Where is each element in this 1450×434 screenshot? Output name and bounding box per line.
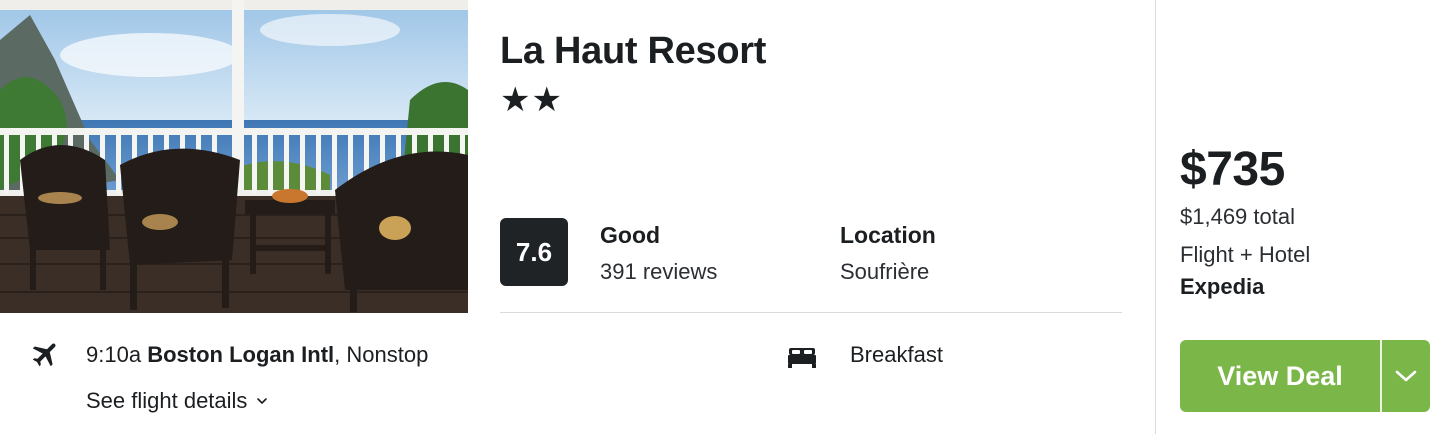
see-flight-details-link[interactable]: See flight details <box>86 388 269 414</box>
hotel-photo[interactable] <box>0 0 468 313</box>
chevron-down-icon <box>1395 370 1417 382</box>
score-badge: 7.6 <box>500 218 568 286</box>
more-deals-dropdown[interactable] <box>1382 340 1430 412</box>
flight-airport: Boston Logan Intl <box>147 342 335 367</box>
star-rating: ★★ <box>500 81 563 119</box>
price-total: $1,469 total <box>1180 204 1295 229</box>
price-per-person: $735 <box>1180 143 1285 196</box>
flight-time: 9:10a <box>86 342 142 367</box>
section-divider <box>500 312 1122 313</box>
button-separator <box>1380 340 1382 412</box>
location-label: Location <box>840 222 936 248</box>
hotel-name[interactable]: La Haut Resort <box>500 30 766 73</box>
rating-word: Good <box>600 222 661 248</box>
package-type: Flight + Hotel <box>1180 242 1311 267</box>
bed-icon <box>788 348 816 368</box>
flight-stops: , Nonstop <box>334 342 429 367</box>
review-count[interactable]: 391 reviews <box>600 259 717 285</box>
plane-icon <box>32 343 56 367</box>
view-deal-button[interactable]: View Deal <box>1180 340 1380 412</box>
price-column-divider <box>1155 0 1156 434</box>
chevron-down-icon <box>257 398 268 404</box>
flight-details-label: See flight details <box>86 388 248 413</box>
view-deal-button-group: View Deal <box>1180 340 1430 412</box>
location-value: Soufrière <box>840 259 930 284</box>
amenity-breakfast: Breakfast <box>850 342 943 367</box>
result-card: La Haut Resort ★★ 7.6 Good 391 reviews L… <box>0 0 1450 434</box>
flight-summary: 9:10a Boston Logan Intl, Nonstop <box>86 342 428 368</box>
provider-name: Expedia <box>1180 274 1265 299</box>
